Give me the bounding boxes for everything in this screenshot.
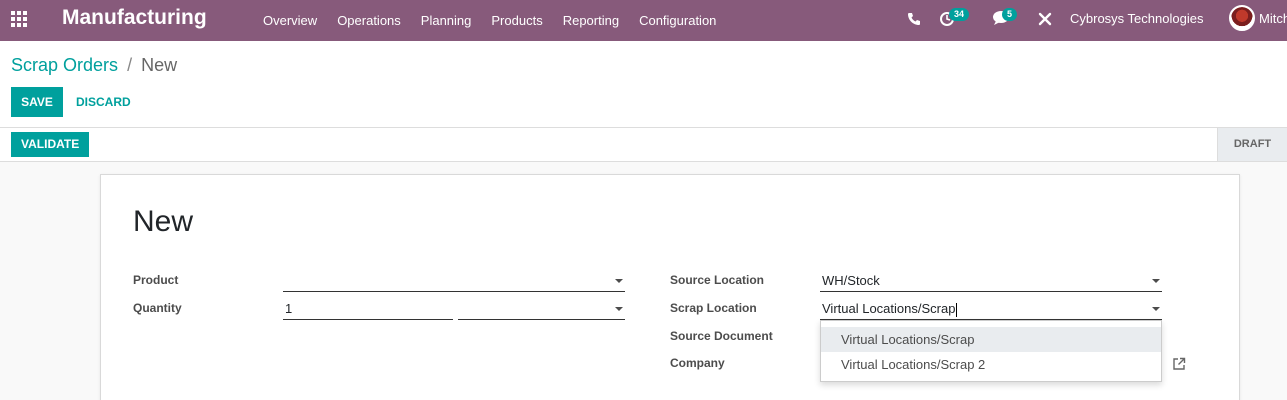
scrap-location-autocomplete: Virtual Locations/Scrap Virtual Location… <box>820 320 1162 382</box>
quantity-value: 1 <box>285 301 293 316</box>
user-menu[interactable]: Mitch <box>1259 0 1287 37</box>
menu-reporting[interactable]: Reporting <box>553 0 629 41</box>
message-count-badge: 5 <box>1002 8 1018 21</box>
text-cursor <box>956 302 958 317</box>
scrap-location-field[interactable]: Virtual Locations/Scrap <box>820 298 1162 320</box>
control-panel: Scrap Orders / New SAVE DISCARD <box>0 41 1287 128</box>
breadcrumb-scrap-orders[interactable]: Scrap Orders <box>11 55 118 75</box>
quantity-label: Quantity <box>133 301 182 315</box>
breadcrumb-separator: / <box>127 55 133 75</box>
autocomplete-option[interactable]: Virtual Locations/Scrap 2 <box>821 352 1161 377</box>
menu-products[interactable]: Products <box>481 0 552 41</box>
save-button[interactable]: SAVE <box>11 87 63 117</box>
quantity-field[interactable]: 1 <box>283 298 453 320</box>
app-name[interactable]: Manufacturing <box>62 6 207 30</box>
chevron-down-icon[interactable] <box>615 279 623 283</box>
source-document-label: Source Document <box>670 329 773 343</box>
company-switcher[interactable]: Cybrosys Technologies <box>1070 0 1203 37</box>
chevron-down-icon[interactable] <box>615 307 623 311</box>
top-navbar: Manufacturing Overview Operations Planni… <box>0 0 1287 41</box>
source-location-field[interactable]: WH/Stock <box>820 270 1162 292</box>
source-location-value: WH/Stock <box>822 273 880 288</box>
chevron-down-icon[interactable] <box>1152 307 1160 311</box>
company-label: Company <box>670 356 725 370</box>
product-label: Product <box>133 273 179 287</box>
debug-tools-icon[interactable] <box>1037 11 1053 27</box>
source-location-label: Source Location <box>670 273 765 287</box>
menu-configuration[interactable]: Configuration <box>629 0 726 41</box>
status-draft[interactable]: DRAFT <box>1217 128 1287 161</box>
record-title: New <box>133 205 194 238</box>
menu-operations[interactable]: Operations <box>327 0 411 41</box>
form-statusbar: VALIDATE DRAFT <box>0 128 1287 162</box>
phone-icon[interactable] <box>906 11 922 27</box>
menu-planning[interactable]: Planning <box>411 0 482 41</box>
scrap-location-value: Virtual Locations/Scrap <box>822 301 956 316</box>
product-field[interactable] <box>283 270 625 292</box>
apps-menu-icon[interactable] <box>11 11 29 29</box>
breadcrumb-current: New <box>141 55 178 75</box>
external-link-icon[interactable] <box>1172 357 1186 371</box>
autocomplete-option[interactable]: Virtual Locations/Scrap <box>821 327 1161 352</box>
validate-button[interactable]: VALIDATE <box>11 132 90 157</box>
uom-field[interactable] <box>458 298 625 320</box>
main-menu: Overview Operations Planning Products Re… <box>253 0 726 41</box>
user-avatar[interactable] <box>1229 5 1255 31</box>
breadcrumb: Scrap Orders / New <box>11 55 177 76</box>
discard-button[interactable]: DISCARD <box>76 87 131 117</box>
scrap-location-label: Scrap Location <box>670 301 757 315</box>
menu-overview[interactable]: Overview <box>253 0 327 41</box>
activity-count-badge: 34 <box>949 8 970 21</box>
chevron-down-icon[interactable] <box>1152 279 1160 283</box>
